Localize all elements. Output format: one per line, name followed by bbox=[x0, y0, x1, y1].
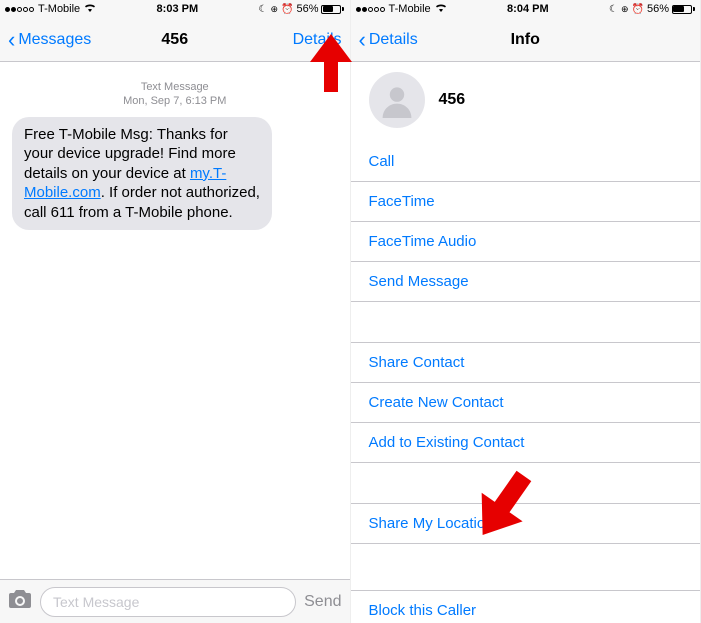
action-group-communicate: Call FaceTime FaceTime Audio Send Messag… bbox=[351, 142, 701, 302]
alarm-icon: ⏰ bbox=[281, 4, 293, 15]
camera-icon[interactable] bbox=[8, 589, 32, 615]
compose-bar: Send bbox=[0, 579, 350, 623]
details-label: Details bbox=[293, 31, 342, 49]
action-group-location: Share My Location bbox=[351, 503, 701, 544]
back-button[interactable]: ‹ Details bbox=[359, 29, 418, 51]
back-label: Messages bbox=[18, 31, 91, 49]
clock: 8:04 PM bbox=[507, 3, 549, 15]
status-bar: T-Mobile 8:04 PM ☾ ⊕ ⏰ 56% bbox=[351, 0, 701, 18]
send-button[interactable]: Send bbox=[304, 593, 341, 611]
block-caller-action[interactable]: Block this Caller bbox=[351, 590, 701, 623]
avatar-icon bbox=[369, 72, 425, 128]
dnd-icon: ☾ bbox=[258, 4, 267, 15]
wifi-icon bbox=[435, 3, 447, 15]
battery-percent: 56% bbox=[647, 3, 669, 15]
info-screen: T-Mobile 8:04 PM ☾ ⊕ ⏰ 56% ‹ Details Inf… bbox=[351, 0, 701, 623]
clock: 8:03 PM bbox=[157, 3, 199, 15]
wifi-icon bbox=[84, 3, 96, 15]
details-button[interactable]: Details bbox=[293, 31, 342, 49]
carrier-label: T-Mobile bbox=[38, 3, 80, 15]
chevron-left-icon: ‹ bbox=[8, 29, 15, 51]
chevron-left-icon: ‹ bbox=[359, 29, 366, 51]
info-content[interactable]: 456 Call FaceTime FaceTime Audio Send Me… bbox=[351, 62, 701, 623]
contact-header: 456 bbox=[351, 62, 701, 142]
nav-bar: ‹ Details Info bbox=[351, 18, 701, 62]
create-contact-action[interactable]: Create New Contact bbox=[351, 383, 701, 423]
facetime-action[interactable]: FaceTime bbox=[351, 182, 701, 222]
message-timestamp: Text Message Mon, Sep 7, 6:13 PM bbox=[12, 80, 338, 109]
action-group-block: Block this Caller bbox=[351, 590, 701, 623]
signal-icon bbox=[356, 7, 385, 12]
messages-list[interactable]: Text Message Mon, Sep 7, 6:13 PM Free T-… bbox=[0, 62, 350, 579]
call-action[interactable]: Call bbox=[351, 142, 701, 182]
share-location-action[interactable]: Share My Location bbox=[351, 503, 701, 544]
share-contact-action[interactable]: Share Contact bbox=[351, 342, 701, 383]
orientation-lock-icon: ⊕ bbox=[621, 4, 629, 15]
battery-icon bbox=[672, 5, 695, 14]
message-bubble[interactable]: Free T-Mobile Msg: Thanks for your devic… bbox=[12, 117, 272, 231]
nav-bar: ‹ Messages 456 Details bbox=[0, 18, 350, 62]
add-existing-contact-action[interactable]: Add to Existing Contact bbox=[351, 423, 701, 463]
orientation-lock-icon: ⊕ bbox=[270, 4, 278, 15]
battery-percent: 56% bbox=[296, 3, 318, 15]
back-label: Details bbox=[369, 31, 418, 49]
messages-screen: T-Mobile 8:03 PM ☾ ⊕ ⏰ 56% ‹ Messages 45… bbox=[0, 0, 351, 623]
message-input[interactable] bbox=[40, 587, 296, 617]
send-message-action[interactable]: Send Message bbox=[351, 262, 701, 302]
facetime-audio-action[interactable]: FaceTime Audio bbox=[351, 222, 701, 262]
contact-name: 456 bbox=[439, 91, 466, 109]
dnd-icon: ☾ bbox=[609, 4, 618, 15]
back-button[interactable]: ‹ Messages bbox=[8, 29, 91, 51]
signal-icon bbox=[5, 7, 34, 12]
alarm-icon: ⏰ bbox=[632, 4, 644, 15]
action-group-contacts: Share Contact Create New Contact Add to … bbox=[351, 342, 701, 463]
status-bar: T-Mobile 8:03 PM ☾ ⊕ ⏰ 56% bbox=[0, 0, 350, 18]
carrier-label: T-Mobile bbox=[389, 3, 431, 15]
battery-icon bbox=[321, 5, 344, 14]
